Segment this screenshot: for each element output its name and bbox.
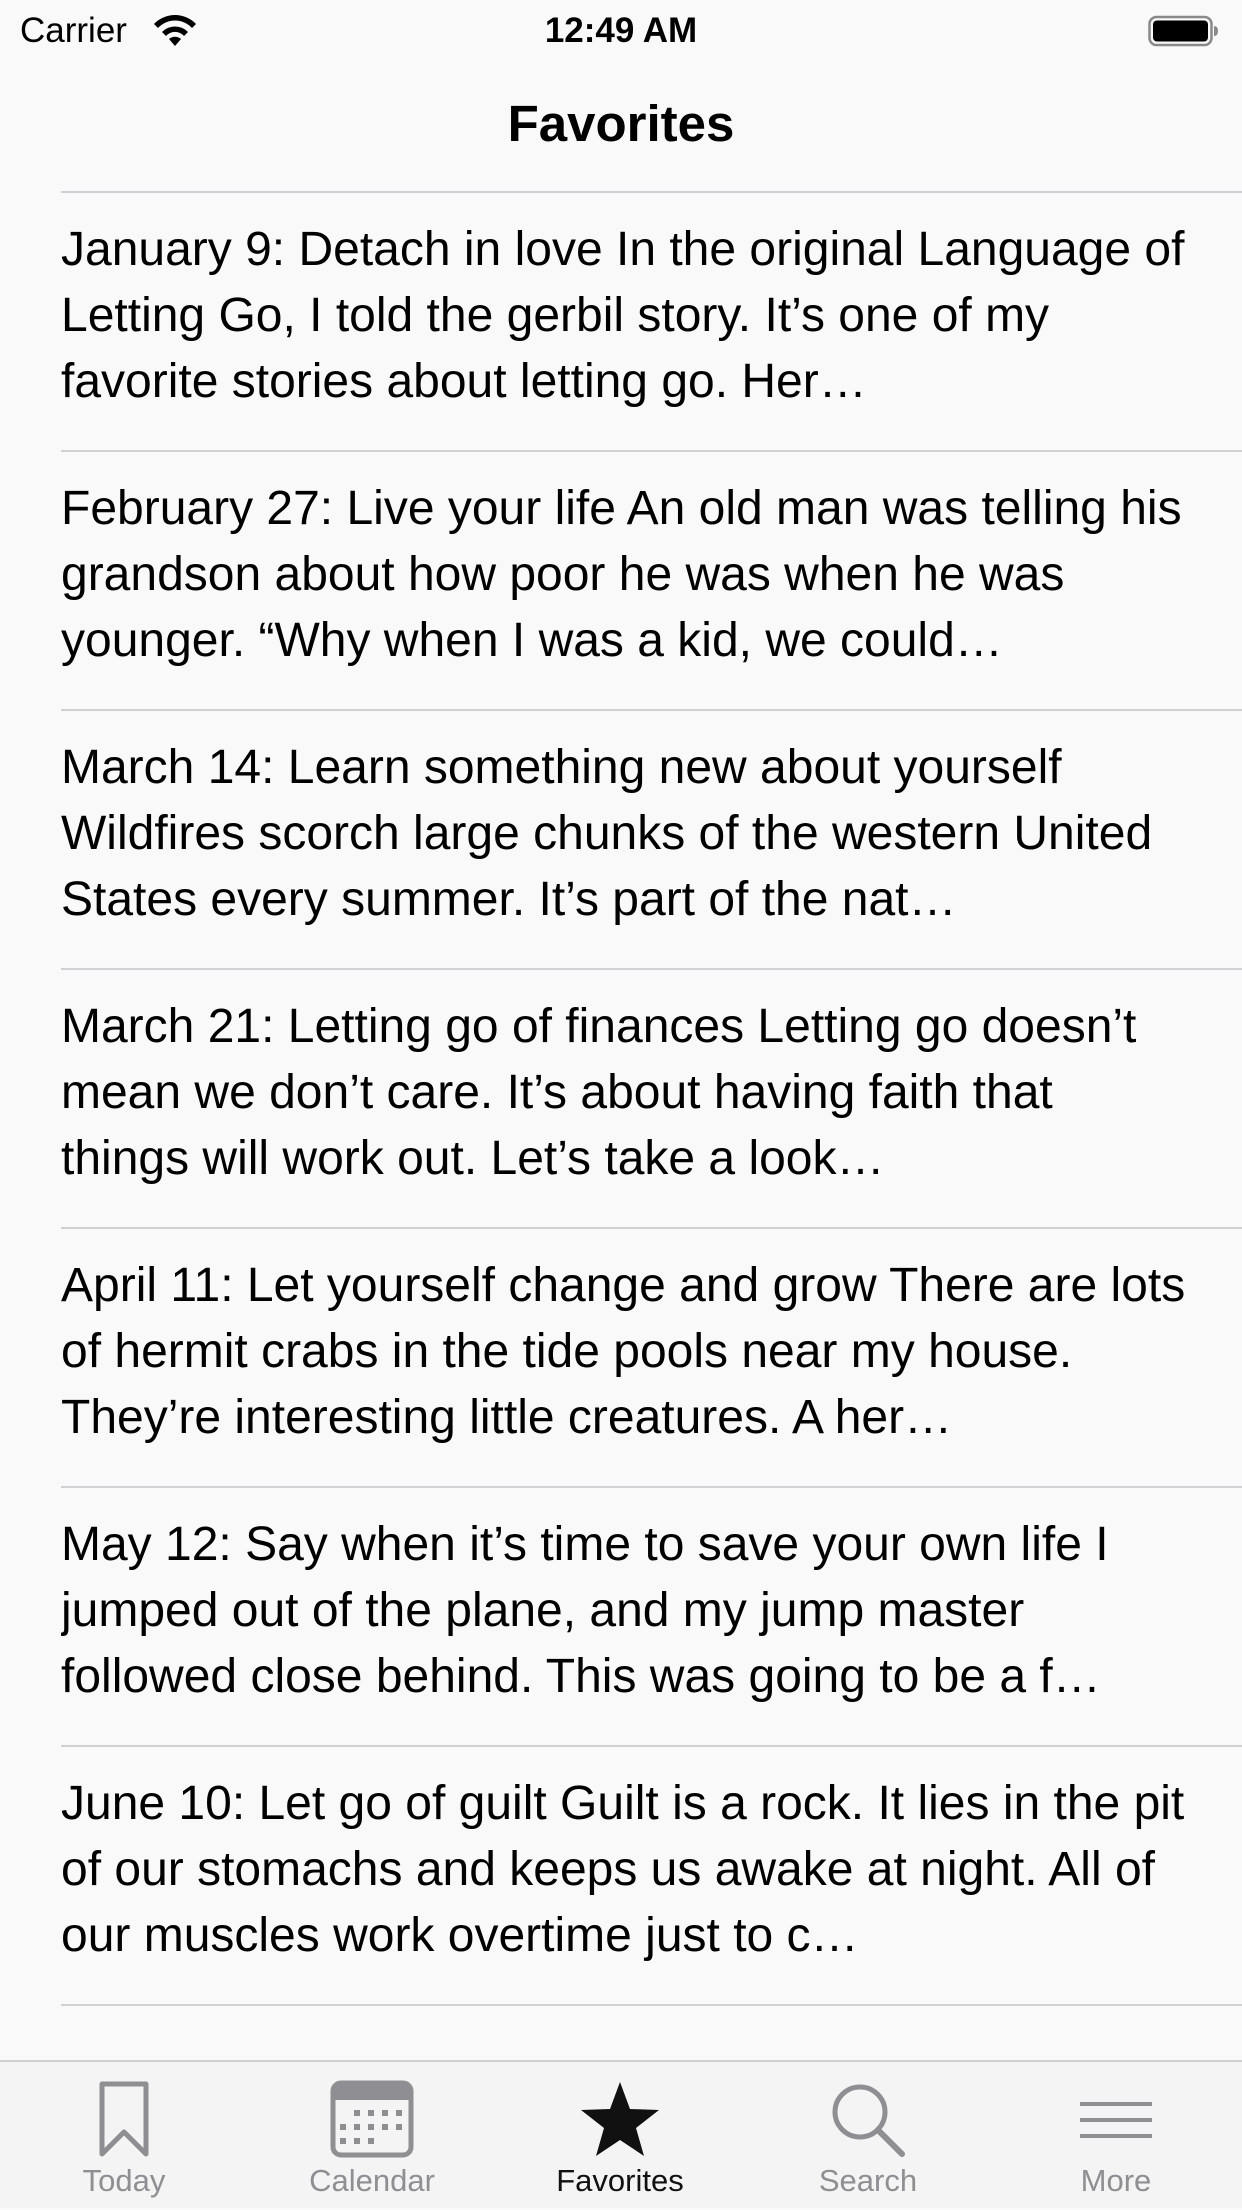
tab-more[interactable]: More <box>992 2062 1240 2210</box>
tab-label: More <box>1080 2163 1152 2198</box>
entry-text: April 11: Let yourself change and grow T… <box>61 1259 1186 1444</box>
battery-icon <box>1148 15 1218 47</box>
list-item[interactable]: January 9: Detach in love In the origina… <box>61 193 1242 452</box>
status-bar: Carrier 12:49 AM <box>0 0 1242 62</box>
list-item[interactable]: March 21: Letting go of finances Letting… <box>61 970 1242 1229</box>
list-item[interactable]: April 11: Let yourself change and grow T… <box>61 1229 1242 1488</box>
list-item[interactable]: May 12: Say when it’s time to save your … <box>61 1488 1242 1747</box>
status-time: 12:49 AM <box>544 11 698 50</box>
tab-label: Search <box>818 2163 918 2198</box>
entry-text: January 9: Detach in love In the origina… <box>61 223 1185 408</box>
list-item[interactable]: February 27: Live your life An old man w… <box>61 452 1242 711</box>
entry-text: May 12: Say when it’s time to save your … <box>61 1518 1109 1703</box>
favorites-list: January 9: Detach in love In the origina… <box>0 191 1242 2006</box>
page-title: Favorites <box>507 95 735 152</box>
calendar-icon <box>330 2080 414 2158</box>
list-item[interactable]: June 10: Let go of guilt Guilt is a rock… <box>61 1747 1242 2006</box>
tab-calendar[interactable]: Calendar <box>248 2062 496 2210</box>
entry-text: February 27: Live your life An old man w… <box>61 482 1182 667</box>
list-item[interactable]: March 14: Learn something new about your… <box>61 711 1242 970</box>
entry-text: March 21: Letting go of finances Letting… <box>61 1000 1137 1185</box>
tab-bar: Today Calendar Favorites Search More <box>0 2060 1242 2208</box>
tab-favorites[interactable]: Favorites <box>496 2062 744 2210</box>
tab-search[interactable]: Search <box>744 2062 992 2210</box>
entry-text: June 10: Let go of guilt Guilt is a rock… <box>61 1777 1185 1962</box>
tab-label: Today <box>82 2163 166 2198</box>
entry-text: March 14: Learn something new about your… <box>61 741 1153 926</box>
tab-label: Calendar <box>309 2163 435 2198</box>
star-icon <box>581 2082 659 2156</box>
menu-icon <box>1080 2102 1152 2138</box>
tab-today[interactable]: Today <box>0 2062 248 2210</box>
bookmark-icon <box>99 2081 149 2157</box>
tab-label: Favorites <box>556 2163 684 2198</box>
search-icon <box>832 2084 905 2157</box>
